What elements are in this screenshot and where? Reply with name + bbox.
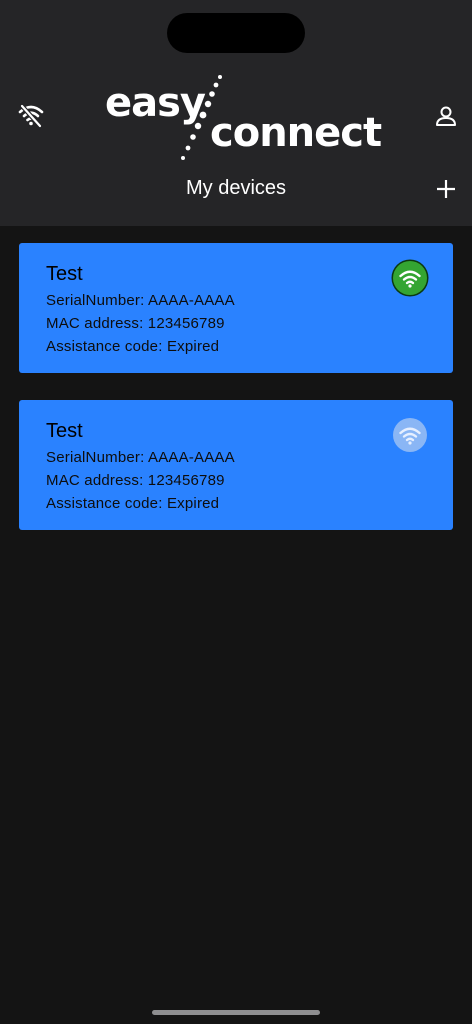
app-header: easy connect My devices — [0, 0, 472, 226]
device-mac: MAC address: 123456789 — [46, 315, 225, 332]
logo-text-connect: connect — [210, 110, 382, 156]
device-name: Test — [46, 420, 83, 442]
wifi-offline-icon — [393, 418, 427, 452]
device-card[interactable]: Test SerialNumber: AAAA-AAAA MAC address… — [19, 400, 453, 530]
wifi-online-icon — [393, 261, 427, 295]
home-indicator[interactable] — [152, 1010, 320, 1015]
device-card[interactable]: Test SerialNumber: AAAA-AAAA MAC address… — [19, 243, 453, 373]
device-serial: SerialNumber: AAAA-AAAA — [46, 292, 235, 309]
add-device-button[interactable] — [432, 175, 460, 203]
device-notch — [167, 13, 305, 53]
device-name: Test — [46, 263, 83, 285]
user-icon[interactable] — [432, 102, 460, 130]
plus-icon — [437, 180, 455, 198]
wifi-off-icon[interactable] — [16, 100, 46, 130]
device-assistance-code: Assistance code: Expired — [46, 495, 220, 512]
device-serial: SerialNumber: AAAA-AAAA — [46, 449, 235, 466]
easyconnect-logo: easy connect — [100, 72, 382, 172]
device-mac: MAC address: 123456789 — [46, 472, 225, 489]
device-assistance-code: Assistance code: Expired — [46, 338, 220, 355]
page-title: My devices — [185, 177, 287, 199]
